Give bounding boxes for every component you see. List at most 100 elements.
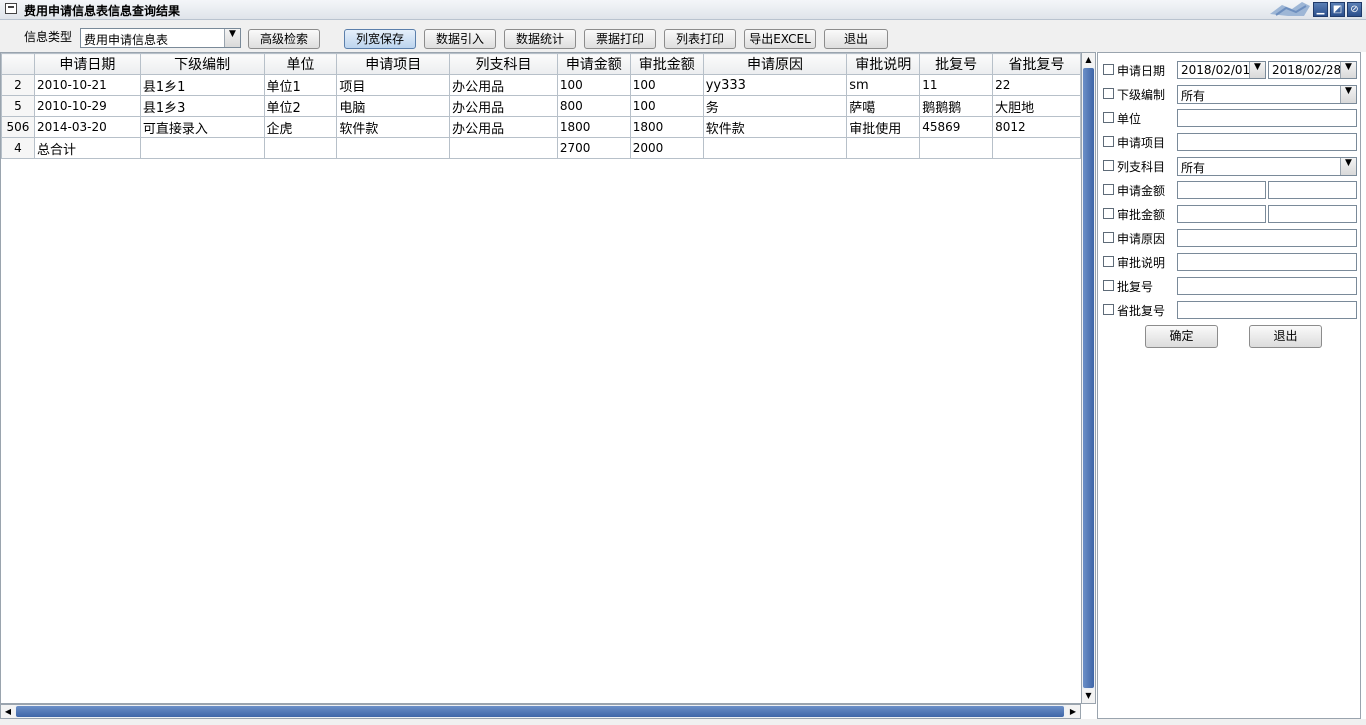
approve-amount-max-input[interactable] bbox=[1268, 205, 1357, 223]
table-cell[interactable] bbox=[702, 137, 848, 159]
confirm-button[interactable]: 确定 bbox=[1145, 325, 1218, 348]
table-cell[interactable]: 企虎 bbox=[263, 116, 338, 138]
row-number[interactable]: 5 bbox=[1, 95, 35, 117]
prov-reply-no-input[interactable] bbox=[1177, 301, 1357, 319]
table-cell[interactable]: 大胆地 bbox=[992, 95, 1081, 117]
column-header[interactable]: 申请项目 bbox=[336, 53, 451, 75]
restore-icon[interactable]: ◩ bbox=[1330, 2, 1345, 17]
save-column-width-button[interactable]: 列宽保存 bbox=[344, 29, 416, 49]
chevron-down-icon[interactable]: ▼ bbox=[1249, 62, 1265, 78]
table-cell[interactable]: 100 bbox=[556, 74, 631, 96]
reason-checkbox[interactable] bbox=[1103, 232, 1114, 243]
table-total-row[interactable]: 4 总合计 2700 2000 bbox=[1, 137, 1081, 159]
table-cell[interactable]: 1800 bbox=[629, 116, 704, 138]
row-number[interactable]: 2 bbox=[1, 74, 35, 96]
ticket-print-button[interactable]: 票据打印 bbox=[584, 29, 656, 49]
table-cell[interactable]: 办公用品 bbox=[449, 74, 558, 96]
horizontal-scroll-thumb[interactable] bbox=[16, 706, 1064, 717]
panel-exit-button[interactable]: 退出 bbox=[1249, 325, 1322, 348]
table-cell[interactable] bbox=[992, 137, 1081, 159]
scroll-left-icon[interactable]: ◀ bbox=[1, 705, 15, 718]
row-number[interactable]: 4 bbox=[1, 137, 35, 159]
table-cell[interactable]: 县1乡3 bbox=[139, 95, 265, 117]
table-cell[interactable] bbox=[336, 137, 451, 159]
column-header[interactable]: 批复号 bbox=[919, 53, 994, 75]
apply-amount-checkbox[interactable] bbox=[1103, 184, 1114, 195]
data-statistics-button[interactable]: 数据统计 bbox=[504, 29, 576, 49]
data-grid[interactable]: 申请日期 下级编制 单位 申请项目 列支科目 申请金额 审批金额 申请原因 审批… bbox=[0, 52, 1081, 704]
apply-item-checkbox[interactable] bbox=[1103, 136, 1114, 147]
table-cell[interactable]: 22 bbox=[992, 74, 1081, 96]
table-row[interactable]: 2 2010-10-21 县1乡1 单位1 项目 办公用品 100 100 yy… bbox=[1, 74, 1081, 96]
export-excel-button[interactable]: 导出EXCEL bbox=[744, 29, 816, 49]
sub-org-checkbox[interactable] bbox=[1103, 88, 1114, 99]
minimize-icon[interactable]: ▁ bbox=[1313, 2, 1328, 17]
table-cell[interactable]: 单位2 bbox=[263, 95, 338, 117]
table-cell[interactable]: 务 bbox=[702, 95, 848, 117]
reply-no-checkbox[interactable] bbox=[1103, 280, 1114, 291]
table-cell[interactable]: 办公用品 bbox=[449, 116, 558, 138]
table-cell[interactable]: 软件款 bbox=[336, 116, 451, 138]
vertical-scrollbar[interactable]: ▲ ▼ bbox=[1081, 52, 1096, 704]
list-print-button[interactable]: 列表打印 bbox=[664, 29, 736, 49]
table-cell[interactable] bbox=[139, 137, 265, 159]
table-cell[interactable]: 可直接录入 bbox=[139, 116, 265, 138]
table-cell[interactable]: 电脑 bbox=[336, 95, 451, 117]
exit-button[interactable]: 退出 bbox=[824, 29, 888, 49]
table-cell[interactable]: 县1乡1 bbox=[139, 74, 265, 96]
table-cell[interactable]: 2700 bbox=[556, 137, 631, 159]
table-cell[interactable] bbox=[263, 137, 338, 159]
data-import-button[interactable]: 数据引入 bbox=[424, 29, 496, 49]
table-cell[interactable]: 1800 bbox=[556, 116, 631, 138]
table-cell[interactable]: yy333 bbox=[702, 74, 848, 96]
subject-checkbox[interactable] bbox=[1103, 160, 1114, 171]
column-header[interactable]: 申请日期 bbox=[33, 53, 141, 75]
approve-amount-min-input[interactable] bbox=[1177, 205, 1266, 223]
scroll-right-icon[interactable]: ▶ bbox=[1066, 705, 1080, 718]
column-header[interactable]: 申请原因 bbox=[702, 53, 848, 75]
chevron-down-icon[interactable]: ▼ bbox=[1340, 86, 1356, 103]
table-cell[interactable]: 萨噶 bbox=[846, 95, 921, 117]
table-cell[interactable]: 2014-03-20 bbox=[33, 116, 141, 138]
reply-no-input[interactable] bbox=[1177, 277, 1357, 295]
table-cell[interactable] bbox=[449, 137, 558, 159]
date-to-picker[interactable]: 2018/02/28 ▼ bbox=[1268, 61, 1357, 79]
table-cell[interactable]: 8012 bbox=[992, 116, 1081, 138]
table-cell[interactable]: 单位1 bbox=[263, 74, 338, 96]
table-cell[interactable]: 100 bbox=[629, 74, 704, 96]
apply-amount-min-input[interactable] bbox=[1177, 181, 1266, 199]
horizontal-scrollbar[interactable]: ◀ ▶ bbox=[0, 704, 1081, 719]
subject-select[interactable]: 所有 ▼ bbox=[1177, 157, 1357, 176]
close-icon[interactable]: ⊘ bbox=[1347, 2, 1362, 17]
table-cell[interactable]: 45869 bbox=[919, 116, 994, 138]
table-cell[interactable]: 总合计 bbox=[33, 137, 141, 159]
sub-org-select[interactable]: 所有 ▼ bbox=[1177, 85, 1357, 104]
vertical-scroll-thumb[interactable] bbox=[1083, 68, 1094, 688]
column-header[interactable]: 申请金额 bbox=[556, 53, 631, 75]
table-cell[interactable]: 2010-10-29 bbox=[33, 95, 141, 117]
table-cell[interactable]: 审批使用 bbox=[846, 116, 921, 138]
apply-amount-max-input[interactable] bbox=[1268, 181, 1357, 199]
table-cell[interactable]: 鹅鹅鹅 bbox=[919, 95, 994, 117]
chevron-down-icon[interactable]: ▼ bbox=[1340, 62, 1356, 78]
table-cell[interactable]: 800 bbox=[556, 95, 631, 117]
table-row[interactable]: 5 2010-10-29 县1乡3 单位2 电脑 办公用品 800 100 务 … bbox=[1, 95, 1081, 117]
approve-note-checkbox[interactable] bbox=[1103, 256, 1114, 267]
row-number[interactable]: 506 bbox=[1, 116, 35, 138]
column-header[interactable]: 审批说明 bbox=[846, 53, 921, 75]
table-cell[interactable]: sm bbox=[846, 74, 921, 96]
unit-input[interactable] bbox=[1177, 109, 1357, 127]
chevron-down-icon[interactable]: ▼ bbox=[224, 29, 240, 47]
reason-input[interactable] bbox=[1177, 229, 1357, 247]
table-cell[interactable]: 软件款 bbox=[702, 116, 848, 138]
info-type-select[interactable]: 费用申请信息表 ▼ bbox=[80, 28, 241, 48]
table-cell[interactable]: 2010-10-21 bbox=[33, 74, 141, 96]
advanced-search-button[interactable]: 高级检索 bbox=[248, 29, 320, 49]
apply-item-input[interactable] bbox=[1177, 133, 1357, 151]
column-header[interactable]: 列支科目 bbox=[449, 53, 558, 75]
unit-checkbox[interactable] bbox=[1103, 112, 1114, 123]
chevron-down-icon[interactable]: ▼ bbox=[1340, 158, 1356, 175]
column-header[interactable]: 省批复号 bbox=[992, 53, 1081, 75]
table-cell[interactable]: 项目 bbox=[336, 74, 451, 96]
table-cell[interactable]: 办公用品 bbox=[449, 95, 558, 117]
